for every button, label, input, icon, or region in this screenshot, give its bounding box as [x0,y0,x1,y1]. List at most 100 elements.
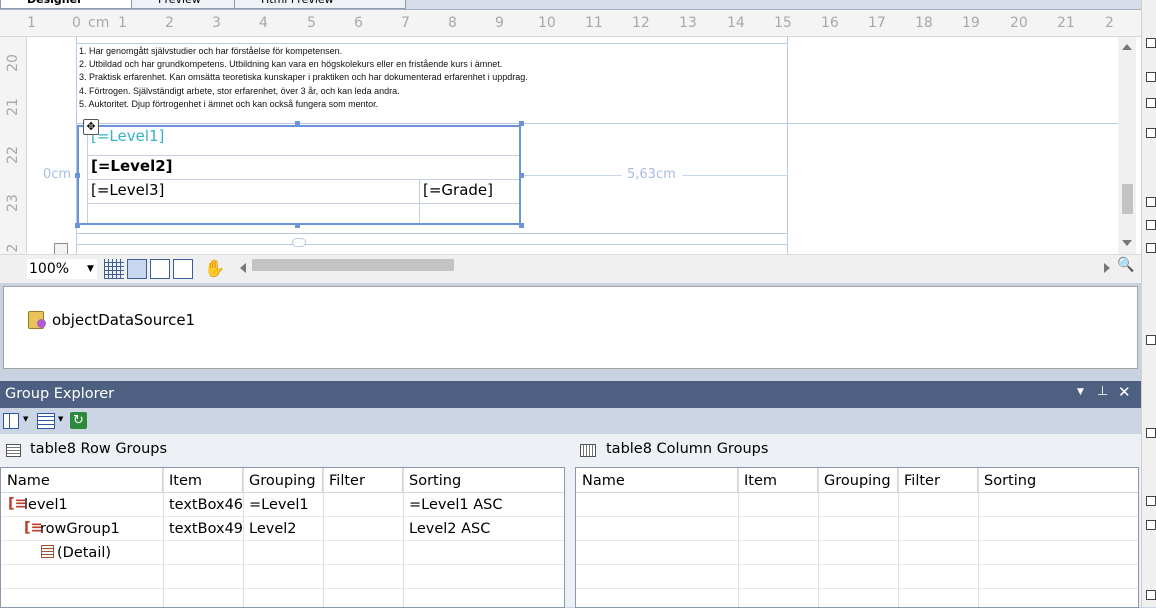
expand-icon[interactable] [1146,197,1156,207]
expand-icon[interactable] [1146,72,1156,82]
width-measure-label: 5,63cm [627,167,676,182]
zoom-icon[interactable]: 🔍 [1117,257,1134,273]
group-explorer-titlebar[interactable]: Group Explorer ▼ ⊥ ✕ [0,381,1141,408]
competence-description-textbox[interactable]: 1. Har genomgått självstudier och har fö… [79,45,528,111]
level1-cell[interactable]: [=Level1] [91,127,164,145]
expand-icon[interactable] [1146,496,1156,506]
horizontal-scroll-thumb[interactable] [252,259,454,271]
section-guide [76,233,788,234]
table-col-divider [87,127,88,223]
grade-cell[interactable]: [=Grade] [423,181,493,199]
column-header[interactable]: Item [163,468,243,492]
zoom-dropdown[interactable]: 100% ▼ [27,259,97,279]
column-header[interactable]: Name [576,468,738,492]
scroll-thumb[interactable] [1122,184,1133,214]
column-header[interactable]: Sorting [403,468,564,492]
object-data-source-item[interactable]: objectDataSource1 [52,311,195,329]
ruler-icon[interactable] [173,259,193,279]
resize-handle[interactable] [75,223,80,228]
chevron-down-icon[interactable]: ▼ [23,415,28,423]
scroll-left-icon[interactable] [240,263,246,273]
table-row[interactable]: (Detail) [1,540,564,564]
group-options-icon[interactable] [37,413,55,429]
pin-icon[interactable]: ⊥ [1097,384,1108,399]
table-row-divider [87,179,519,180]
resize-handle[interactable] [519,223,524,228]
scroll-up-icon[interactable] [1122,44,1132,50]
description-line: 5. Auktoritet. Djup förtrogenhet i ämnet… [79,98,379,109]
ruler-unit: cm [88,15,110,31]
column-header[interactable]: Sorting [978,468,1138,492]
resize-handle[interactable] [75,173,80,178]
horizontal-ruler: 1 0 cm 1 2 3 4 5 6 7 8 9 10 11 12 13 14 … [0,10,1141,37]
scroll-right-icon[interactable] [1104,263,1110,273]
table-row[interactable]: [≡ level1 textBox46 =Level1 =Level1 ASC [1,492,564,516]
column-header[interactable]: Item [738,468,818,492]
scroll-down-icon[interactable] [1122,240,1132,246]
expand-icon[interactable] [1146,220,1156,230]
ruler-number: 6 [354,15,363,31]
ruler-number: 3 [212,15,221,31]
page-section-icon [54,243,68,254]
detail-group-icon [41,545,54,558]
width-measure-line [682,175,787,176]
design-surface[interactable]: 1. Har genomgått självstudier och har fö… [27,37,1118,254]
ruler-number: 21 [5,98,21,116]
report-designer: Designer Preview Html Preview 1 0 cm 1 2… [0,0,1141,283]
resize-handle[interactable] [519,173,524,178]
description-line: 3. Praktisk erfarenhet. Kan omsätta teor… [79,72,528,83]
table8[interactable]: [=Level1] [=Level2] [=Level3] [=Grade] [77,125,521,225]
snap-to-grid-icon[interactable] [127,259,147,279]
show-section-icon[interactable] [150,259,170,279]
ruler-number: 20 [1010,15,1028,31]
ruler-number: 12 [632,15,650,31]
window-menu-icon[interactable]: ▼ [1077,387,1084,397]
group-name: level1 [24,497,68,513]
refresh-icon[interactable]: ↻ [70,412,87,429]
resize-handle[interactable] [519,121,524,126]
chevron-down-icon: ▼ [87,264,94,274]
row-groups-title: table8 Row Groups [30,441,168,457]
chevron-down-icon[interactable]: ▼ [58,415,63,423]
column-header[interactable]: Grouping [243,468,323,492]
expand-icon[interactable] [1146,128,1156,138]
close-icon[interactable]: ✕ [1118,383,1131,401]
column-groups-title: table8 Column Groups [606,441,769,457]
table-row[interactable]: [≡ rowGroup1 textBox49 Level2 Level2 ASC [1,516,564,540]
expand-icon[interactable] [1146,520,1156,530]
group-name: (Detail) [57,545,112,561]
level3-cell[interactable]: [=Level3] [91,181,164,199]
section-splitter-icon[interactable] [292,238,306,247]
expand-icon[interactable] [1146,38,1156,48]
expand-icon[interactable] [1146,243,1156,253]
column-header[interactable]: Filter [323,468,403,492]
group-explorer-title: Group Explorer [5,386,115,402]
vertical-scrollbar[interactable] [1118,37,1136,254]
ruler-number: 15 [774,15,792,31]
expand-icon[interactable] [1146,590,1156,600]
ruler-number: 20 [5,54,21,72]
ruler-number: 2 [165,15,174,31]
view-mode-icon[interactable] [3,413,19,429]
ruler-number: 0 [72,15,81,31]
level2-cell[interactable]: [=Level2] [91,157,173,175]
section-guide [76,123,1118,124]
ruler-number: 7 [401,15,410,31]
column-header[interactable]: Name [1,468,163,492]
expand-icon[interactable] [1146,335,1156,345]
tab-html-preview[interactable]: Html Preview [234,0,406,9]
ruler-number: 9 [495,15,504,31]
group-explorer-toolbar: ▼ ▼ ↻ [0,408,1141,434]
resize-handle[interactable] [295,223,300,228]
resize-handle[interactable] [295,121,300,126]
move-icon[interactable]: ✥ [83,119,99,135]
section-guide [787,37,788,254]
grid-icon[interactable] [104,259,124,279]
expand-icon[interactable] [1146,428,1156,438]
zoom-value: 100% [29,261,70,277]
expand-icon[interactable] [1146,98,1156,108]
column-header[interactable]: Filter [898,468,978,492]
hand-tool-icon[interactable]: ✋ [204,259,225,279]
column-header[interactable]: Grouping [818,468,898,492]
left-offset-label: 0cm [43,167,72,182]
